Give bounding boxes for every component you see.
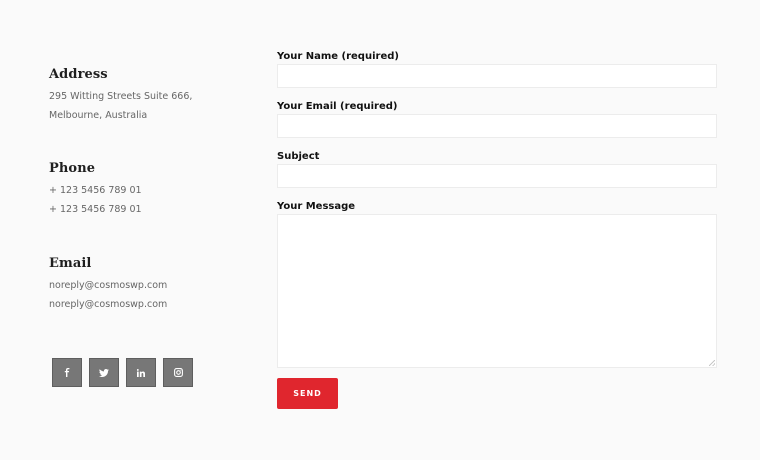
message-textarea[interactable] xyxy=(277,214,717,368)
address-block: Address 295 Witting Streets Suite 666, M… xyxy=(49,67,249,125)
address-heading: Address xyxy=(49,67,108,82)
facebook-button[interactable] xyxy=(52,358,82,387)
address-line: Melbourne, Australia xyxy=(49,109,148,121)
phone-number: + 123 5456 789 01 xyxy=(49,203,142,215)
message-label: Your Message xyxy=(277,201,356,212)
email-block: Email noreply@cosmoswp.com noreply@cosmo… xyxy=(49,256,249,314)
linkedin-button[interactable] xyxy=(126,358,156,387)
subject-input[interactable] xyxy=(277,164,717,188)
facebook-icon xyxy=(64,368,70,377)
subject-field-group: Subject xyxy=(277,149,717,188)
twitter-button[interactable] xyxy=(89,358,119,387)
resize-handle-icon[interactable] xyxy=(709,360,715,366)
email-label: Your Email (required) xyxy=(277,101,398,112)
instagram-icon xyxy=(173,368,183,377)
email-heading: Email xyxy=(49,256,92,271)
twitter-icon xyxy=(99,368,109,377)
email-field-group: Your Email (required) xyxy=(277,99,717,138)
instagram-button[interactable] xyxy=(163,358,193,387)
phone-heading: Phone xyxy=(49,161,96,176)
social-links xyxy=(52,358,193,387)
name-label: Your Name (required) xyxy=(277,51,399,62)
phone-block: Phone + 123 5456 789 01 + 123 5456 789 0… xyxy=(49,161,249,219)
email-input[interactable] xyxy=(277,114,717,138)
email-address: noreply@cosmoswp.com xyxy=(49,280,168,291)
email-address: noreply@cosmoswp.com xyxy=(49,298,168,310)
linkedin-icon xyxy=(137,368,145,377)
send-button[interactable]: SEND xyxy=(277,378,338,409)
name-input[interactable] xyxy=(277,64,717,88)
address-line: 295 Witting Streets Suite 666, xyxy=(49,91,193,102)
name-field-group: Your Name (required) xyxy=(277,49,717,88)
phone-number: + 123 5456 789 01 xyxy=(49,185,142,196)
message-field-group: Your Message xyxy=(277,199,717,368)
subject-label: Subject xyxy=(277,151,320,162)
